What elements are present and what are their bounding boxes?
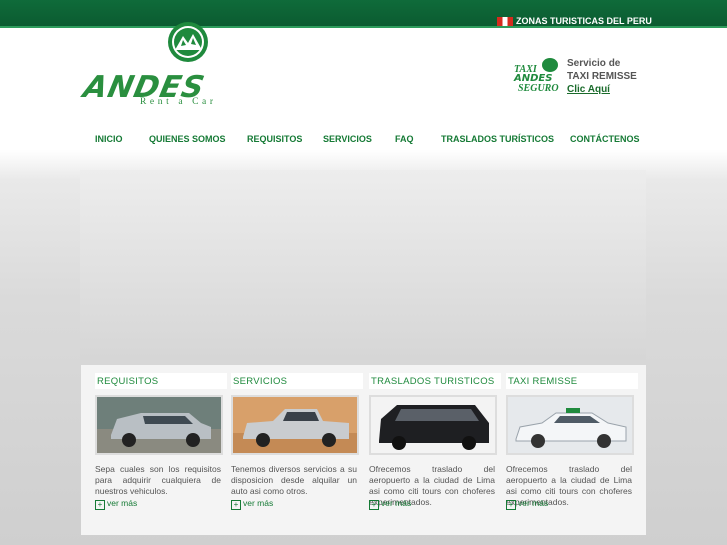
nav-servicios[interactable]: SERVICIOS <box>323 134 372 144</box>
card-title[interactable]: TAXI REMISSE <box>506 373 638 389</box>
taxi-logo-line3: SEGURO <box>518 83 559 94</box>
black-van-photo[interactable] <box>369 395 497 455</box>
plus-icon: + <box>231 500 241 510</box>
ver-mas-link[interactable]: + ver más <box>95 498 137 510</box>
nav-contactenos[interactable]: CONTÁCTENOS <box>570 134 640 144</box>
plus-icon: + <box>95 500 105 510</box>
ver-mas-link[interactable]: + ver más <box>506 498 548 510</box>
taxi-clic-aqui-link[interactable]: Clic Aquí <box>567 83 637 96</box>
nav-traslados-turisticos[interactable]: TRASLADOS TURÍSTICOS <box>441 134 554 144</box>
taxi-service-block: Servicio de TAXI REMISSE Clic Aquí <box>567 57 637 96</box>
nav-faq[interactable]: FAQ <box>395 134 414 144</box>
main-nav: INICIO QUIENES SOMOS REQUISITOS SERVICIO… <box>0 128 727 152</box>
nav-requisitos[interactable]: REQUISITOS <box>247 134 302 144</box>
silver-pickup-truck-photo[interactable] <box>231 395 359 455</box>
brand-tagline: Rent a Car <box>140 97 217 107</box>
taxi-service-label: Servicio de <box>567 58 621 69</box>
taxi-service-name: TAXI REMISSE <box>567 71 637 82</box>
card-title[interactable]: SERVICIOS <box>231 373 363 389</box>
card-title[interactable]: REQUISITOS <box>95 373 227 389</box>
hero-banner <box>80 170 646 360</box>
card-description: Tenemos diversos servicios a su disposic… <box>231 464 357 496</box>
zonas-turisticas-link[interactable]: ZONAS TURISTICAS DEL PERU <box>516 16 652 26</box>
card-description: Sepa cuales son los requisitos para adqu… <box>95 464 221 496</box>
ver-mas-link[interactable]: + ver más <box>231 498 273 510</box>
card-title[interactable]: TRASLADOS TURISTICOS <box>369 373 501 389</box>
plus-icon: + <box>369 500 379 510</box>
plus-icon: + <box>506 500 516 510</box>
nav-quienes-somos[interactable]: QUIENES SOMOS <box>149 134 226 144</box>
nav-inicio[interactable]: INICIO <box>95 134 123 144</box>
white-taxi-car-photo[interactable] <box>506 395 634 455</box>
peru-flag-icon <box>497 17 513 26</box>
ver-mas-link[interactable]: + ver más <box>369 498 411 510</box>
taxi-andes-logo-icon <box>542 58 558 72</box>
silver-suv-photo[interactable] <box>95 395 223 455</box>
